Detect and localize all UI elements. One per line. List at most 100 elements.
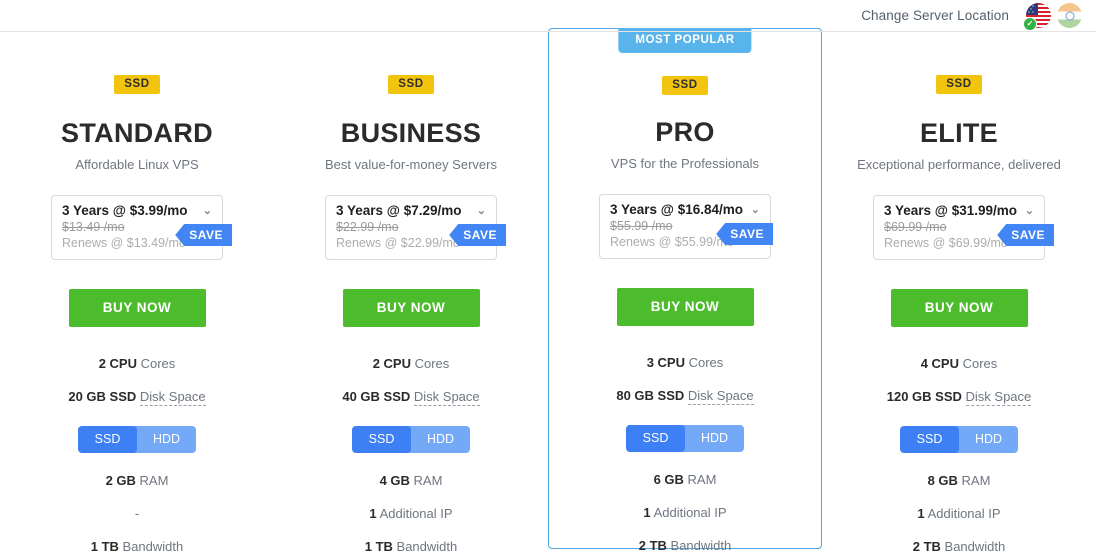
price-term-row: 3 Years @ $3.99/mo ⌄ — [62, 203, 212, 218]
price-selector-wrapper: 3 Years @ $16.84/mo ⌄ $55.99 /mo Renews … — [549, 194, 821, 259]
storage-type-toggle[interactable]: SSD HDD — [78, 426, 196, 453]
spec-disk: 20 GB SSD Disk Space — [0, 389, 274, 406]
toggle-option-ssd[interactable]: SSD — [78, 426, 137, 453]
spec-bandwidth-value: 1 TB — [364, 539, 393, 554]
price-selector-wrapper: 3 Years @ $3.99/mo ⌄ $13.49 /mo Renews @… — [0, 195, 274, 260]
spec-cpu-label: Cores — [688, 355, 724, 370]
spec-cpu: 3 CPU Cores — [549, 355, 821, 370]
spec-bandwidth-value: 2 TB — [912, 539, 941, 554]
save-ribbon: SAVE — [716, 223, 773, 245]
spec-ip: - — [0, 506, 274, 521]
spec-cpu-value: 2 CPU — [98, 356, 137, 371]
plan-title: ELITE — [919, 118, 998, 148]
plan-title: PRO — [655, 117, 715, 147]
spec-disk-label[interactable]: Disk Space — [965, 389, 1032, 406]
chevron-down-icon: ⌄ — [1024, 205, 1034, 217]
spec-bandwidth-value: 2 TB — [638, 538, 667, 553]
plan-tagline: Exceptional performance, delivered — [857, 157, 1061, 172]
buy-now-button[interactable]: BUY NOW — [342, 289, 480, 327]
chevron-down-icon: ⌄ — [750, 204, 760, 216]
spec-bandwidth-label: Bandwidth — [396, 539, 458, 554]
spec-disk-label[interactable]: Disk Space — [687, 388, 754, 405]
spec-disk-value: 20 GB SSD — [68, 389, 137, 404]
spec-ip: 1 Additional IP — [822, 506, 1096, 521]
billing-term-dropdown[interactable]: 3 Years @ $7.29/mo ⌄ $22.99 /mo Renews @… — [325, 195, 506, 260]
storage-type-toggle[interactable]: SSD HDD — [900, 426, 1018, 453]
spec-ram-value: 6 GB — [653, 472, 684, 487]
spec-ram-label: RAM — [687, 472, 717, 487]
spec-disk-value: 80 GB SSD — [616, 388, 685, 403]
spec-ip: 1 Additional IP — [549, 505, 821, 520]
page-header: Change Server Location ✓ — [0, 0, 1096, 32]
spec-disk-label[interactable]: Disk Space — [413, 389, 480, 406]
price-term-row: 3 Years @ $7.29/mo ⌄ — [336, 203, 486, 218]
spec-disk: 120 GB SSD Disk Space — [822, 389, 1096, 406]
toggle-option-hdd[interactable]: HDD — [959, 426, 1018, 453]
spec-ram-value: 2 GB — [105, 473, 136, 488]
buy-now-button[interactable]: BUY NOW — [890, 289, 1028, 327]
save-ribbon: SAVE — [449, 224, 506, 246]
toggle-option-hdd[interactable]: HDD — [137, 426, 196, 453]
ssd-badge: SSD — [114, 75, 160, 94]
plan-tagline: Best value-for-money Servers — [325, 157, 497, 172]
spec-disk-value: 40 GB SSD — [342, 389, 411, 404]
spec-disk: 80 GB SSD Disk Space — [549, 388, 821, 405]
price-term-text: 3 Years @ $16.84/mo — [610, 202, 744, 217]
plan-title: BUSINESS — [340, 118, 482, 148]
plan-tagline: Affordable Linux VPS — [75, 157, 199, 172]
spec-ram-value: 8 GB — [927, 473, 958, 488]
price-term-row: 3 Years @ $31.99/mo ⌄ — [884, 203, 1034, 218]
spec-bandwidth-label: Bandwidth — [944, 539, 1006, 554]
buy-now-button[interactable]: BUY NOW — [68, 289, 206, 327]
spec-disk: 40 GB SSD Disk Space — [274, 389, 548, 406]
spec-cpu: 2 CPU Cores — [274, 356, 548, 371]
toggle-option-hdd[interactable]: HDD — [685, 425, 744, 452]
spec-ram: 8 GB RAM — [822, 473, 1096, 488]
storage-type-toggle[interactable]: SSD HDD — [352, 426, 470, 453]
spec-ram: 2 GB RAM — [0, 473, 274, 488]
price-selector-wrapper: 3 Years @ $31.99/mo ⌄ $69.99 /mo Renews … — [822, 195, 1096, 260]
selected-check-icon: ✓ — [1023, 17, 1037, 31]
spec-ip-value: 1 — [917, 506, 925, 521]
india-flag-graphic — [1057, 3, 1082, 28]
plan-specs: 2 CPU Cores 40 GB SSD Disk Space SSD HDD… — [274, 356, 548, 554]
billing-term-dropdown[interactable]: 3 Years @ $31.99/mo ⌄ $69.99 /mo Renews … — [873, 195, 1054, 260]
plan-specs: 4 CPU Cores 120 GB SSD Disk Space SSD HD… — [822, 356, 1096, 554]
toggle-option-hdd[interactable]: HDD — [411, 426, 470, 453]
chevron-down-icon: ⌄ — [476, 205, 486, 217]
toggle-option-ssd[interactable]: SSD — [352, 426, 411, 453]
spec-ip: 1 Additional IP — [274, 506, 548, 521]
toggle-option-ssd[interactable]: SSD — [626, 425, 685, 452]
buy-now-button[interactable]: BUY NOW — [616, 288, 754, 326]
spec-ram-label: RAM — [961, 473, 991, 488]
india-flag-icon[interactable] — [1057, 3, 1082, 28]
plan-card: MOST POPULAR SSD PRO VPS for the Profess… — [548, 28, 822, 553]
spec-ip-value: 1 — [369, 506, 377, 521]
pricing-plans-grid: SSD STANDARD Affordable Linux VPS 3 Year… — [0, 28, 1096, 554]
spec-cpu-label: Cores — [414, 356, 450, 371]
plan-card: SSD ELITE Exceptional performance, deliv… — [822, 32, 1096, 554]
price-term-text: 3 Years @ $7.29/mo — [336, 203, 462, 218]
spec-bandwidth-label: Bandwidth — [670, 538, 732, 553]
spec-bandwidth: 2 TB Bandwidth — [549, 538, 821, 553]
spec-cpu: 4 CPU Cores — [822, 356, 1096, 371]
spec-cpu-value: 2 CPU — [372, 356, 411, 371]
price-term-text: 3 Years @ $3.99/mo — [62, 203, 188, 218]
spec-disk-label[interactable]: Disk Space — [139, 389, 206, 406]
spec-ram: 4 GB RAM — [274, 473, 548, 488]
billing-term-dropdown[interactable]: 3 Years @ $16.84/mo ⌄ $55.99 /mo Renews … — [599, 194, 773, 259]
billing-term-dropdown[interactable]: 3 Years @ $3.99/mo ⌄ $13.49 /mo Renews @… — [51, 195, 232, 260]
spec-bandwidth: 1 TB Bandwidth — [274, 539, 548, 554]
spec-cpu-value: 3 CPU — [646, 355, 685, 370]
toggle-option-ssd[interactable]: SSD — [900, 426, 959, 453]
spec-ram-label: RAM — [139, 473, 169, 488]
us-flag-icon[interactable]: ✓ — [1023, 3, 1051, 31]
save-ribbon: SAVE — [997, 224, 1054, 246]
spec-bandwidth: 2 TB Bandwidth — [822, 539, 1096, 554]
spec-disk-value: 120 GB SSD — [886, 389, 962, 404]
plan-card: SSD BUSINESS Best value-for-money Server… — [274, 32, 548, 554]
price-term-text: 3 Years @ $31.99/mo — [884, 203, 1018, 218]
change-server-location-label[interactable]: Change Server Location — [861, 8, 1009, 23]
spec-ram-label: RAM — [413, 473, 443, 488]
storage-type-toggle[interactable]: SSD HDD — [626, 425, 744, 452]
